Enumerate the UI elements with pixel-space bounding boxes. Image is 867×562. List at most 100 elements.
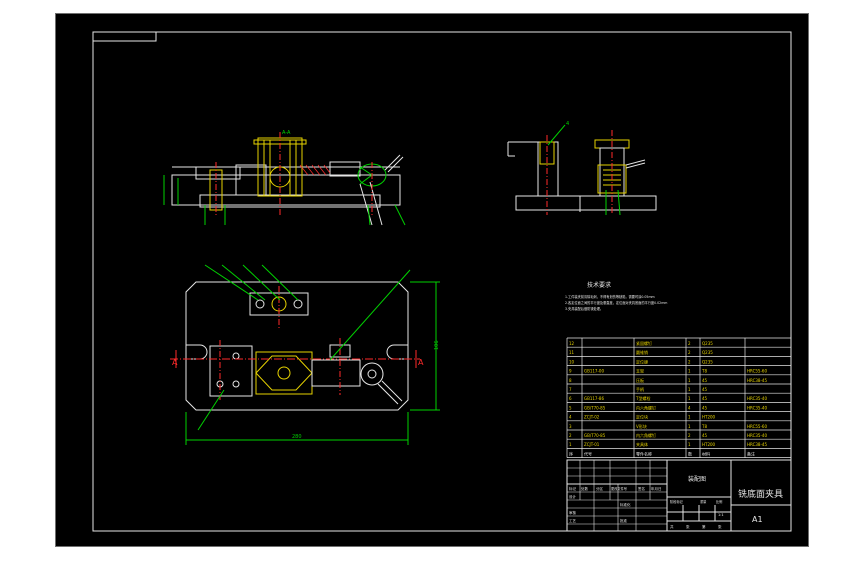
sheet-title: 铣底面夹具	[738, 488, 783, 500]
bom-header-name: 零件名称	[636, 450, 652, 456]
bom-cell-code: GB/T70-85	[584, 405, 606, 410]
bom-cell-name: 圆锥销	[636, 349, 648, 355]
bom-cell-qty: 2	[688, 341, 691, 346]
bom-cell-qty: 1	[688, 387, 691, 392]
bom-cell-code: ZCJT-01	[584, 442, 600, 447]
bom-cell-name: 紧固螺钉	[636, 340, 652, 346]
bom-cell-material: Q235	[702, 359, 713, 364]
bom-cell-material: HT200	[702, 442, 716, 447]
bom-table: 12 紧固螺钉 2 Q23511 圆锥销 2 Q23510 定位键 2 Q2359 GB117-00…	[566, 337, 792, 458]
tb-label-count: 处数	[581, 486, 589, 491]
bom-cell-qty: 1	[688, 415, 691, 420]
bom-cell-no: 10	[569, 359, 575, 364]
bom-cell-material: Q235	[702, 350, 713, 355]
svg-text:4: 4	[566, 121, 569, 127]
svg-text:A-A: A-A	[282, 130, 291, 136]
drawing-name: 装配图	[688, 475, 706, 483]
tb-ratio: 比例	[716, 499, 722, 504]
bom-cell-code: GB117-86	[584, 396, 604, 401]
bom-header-material: 材料	[702, 450, 710, 456]
bom-header-code: 代号	[584, 450, 592, 456]
bom-cell-no: 12	[569, 341, 575, 346]
bom-cell-material: HT200	[702, 415, 716, 420]
bom-cell-material: T8	[701, 369, 707, 374]
bom-cell-note: HRC35-40	[747, 433, 767, 438]
bom-cell-note: HRC55-60	[747, 369, 767, 374]
bom-cell-qty: 2	[688, 350, 691, 355]
bom-cell-qty: 1	[688, 396, 691, 401]
sheet-size: A1	[752, 515, 763, 524]
bom-cell-no: 6	[569, 396, 572, 401]
corner-code-box	[92, 31, 157, 42]
cad-drawing: A-A 4 A A 280 106 技术要求 1.工件装夹前清除毛刺，不得有划伤…	[92, 31, 792, 532]
tech-requirements: 技术要求 1.工件装夹前清除毛刺，不得有划伤等缺陷，需要时涂0.05mm 2.各…	[565, 281, 667, 311]
bom-cell-name: 压板	[636, 377, 644, 383]
tech-req-line-3: 3.夹具装配后做防锈处理。	[565, 306, 603, 311]
bom-cell-code: GB117-00	[584, 369, 604, 374]
bom-cell-qty: 2	[688, 359, 691, 364]
title-block: 标记 处数 分区 更改文件号 签名 年月日 设计 审核 工艺 标准化 批准 阶段…	[566, 459, 792, 532]
bom-cell-name: V形块	[636, 423, 647, 429]
bom-cell-no: 5	[569, 405, 572, 410]
bom-cell-note: HRC38-45	[747, 442, 767, 447]
bom-cell-note: HRC38-45	[747, 378, 767, 383]
bom-cell-no: 1	[569, 442, 572, 447]
bom-cell-no: 3	[569, 424, 572, 429]
front-view: A-A	[163, 130, 406, 226]
svg-text:A: A	[172, 358, 178, 367]
bom-header-no: 序	[569, 450, 573, 456]
tb-label-sign: 签名	[638, 486, 645, 491]
dim-front-width: 280	[292, 434, 302, 440]
bom-cell-qty: 1	[688, 378, 691, 383]
tech-req-line-2: 2.各定位面之间的平行度及垂直度，定位面对夹具底面的平行度0.02mm	[565, 300, 667, 305]
bom-cell-material: 45	[702, 433, 708, 438]
bom-cell-material: 45	[702, 396, 708, 401]
tb-weight: 重量	[700, 499, 707, 504]
bom-cell-name: 夹具体	[636, 441, 648, 447]
bom-cell-name: T型螺栓	[635, 395, 650, 401]
bom-cell-name: 支架	[636, 368, 644, 374]
tb-sheets-total: 共	[670, 524, 674, 529]
bom-cell-no: 9	[569, 369, 572, 374]
bom-cell-note: HRC35-40	[747, 396, 767, 401]
bom-cell-no: 4	[569, 415, 572, 420]
bom-cell-name: 手柄	[636, 386, 644, 392]
bom-cell-code: GB/T70-85	[584, 433, 606, 438]
tb-sheets-unit2: 张	[718, 524, 722, 529]
bom-cell-qty: 4	[688, 405, 691, 410]
tb-scale: 1:1	[718, 513, 724, 517]
bom-cell-note: HRC35-40	[747, 405, 767, 410]
tb-label-zone: 分区	[596, 486, 604, 491]
tb-standard: 标准化	[620, 502, 631, 507]
bom-header-qty: 数	[688, 450, 692, 456]
tb-sheets-no: 第	[702, 524, 706, 529]
tb-label-date: 年月日	[651, 486, 662, 491]
bom-cell-material: T8	[701, 424, 707, 429]
bom-cell-material: 45	[702, 378, 708, 383]
tb-label-mark: 标记	[569, 486, 577, 491]
tb-row-process: 工艺	[569, 518, 577, 523]
dim-height: 106	[434, 340, 440, 350]
svg-text:A: A	[418, 358, 424, 367]
bom-cell-name: 定位键	[636, 358, 648, 364]
tb-approve: 批准	[620, 518, 628, 523]
bom-cell-no: 11	[569, 350, 575, 355]
tech-req-heading: 技术要求	[587, 281, 611, 289]
tb-row-review: 审核	[569, 510, 577, 515]
tb-row-design: 设计	[569, 494, 577, 499]
bom-cell-qty: 1	[688, 442, 691, 447]
bom-header-note: 备注	[747, 450, 755, 456]
tb-sheets-unit: 张	[686, 524, 690, 529]
bom-cell-code: ZCJT-02	[584, 415, 600, 420]
bom-cell-qty: 1	[688, 424, 691, 429]
tb-stage: 阶段标记	[670, 499, 684, 504]
top-view: A A 280 106	[170, 264, 440, 445]
bom-cell-qty: 1	[688, 369, 691, 374]
side-view: 4	[507, 121, 657, 216]
bom-cell-name: 内六角螺钉	[636, 404, 656, 410]
bom-cell-no: 2	[569, 433, 572, 438]
tech-req-line-1: 1.工件装夹前清除毛刺，不得有划伤等缺陷，需要时涂0.05mm	[565, 294, 655, 299]
bom-cell-name: 内六角螺钉	[636, 432, 656, 438]
bom-cell-material: 45	[702, 387, 708, 392]
bom-cell-qty: 2	[688, 433, 691, 438]
